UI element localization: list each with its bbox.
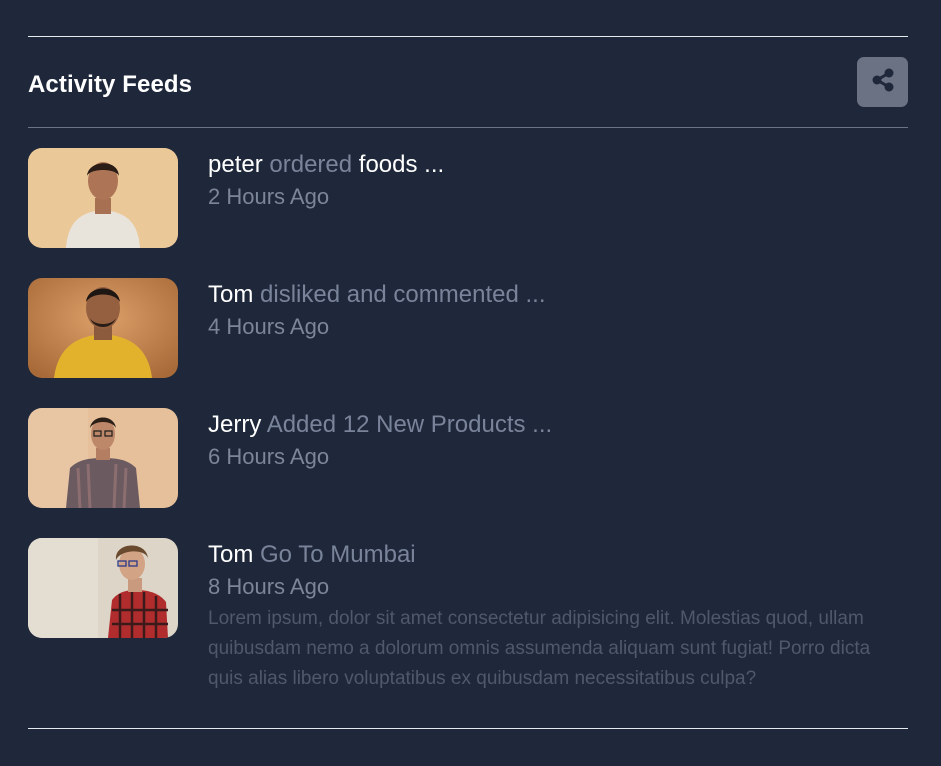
- feed-action: Added 12 New Products ...: [266, 411, 553, 438]
- feed-object: foods ...: [358, 151, 445, 178]
- share-button[interactable]: [857, 57, 908, 107]
- avatar: [28, 538, 178, 638]
- bottom-divider: [28, 728, 908, 729]
- avatar: [28, 148, 178, 248]
- share-icon: [870, 67, 896, 98]
- activity-feed-panel: Activity Feeds peter ordered foods ... 2…: [28, 0, 908, 766]
- feed-time: 6 Hours Ago: [208, 444, 330, 469]
- avatar: [28, 278, 178, 378]
- header-divider: [28, 127, 908, 128]
- feed-user-name: Tom: [208, 281, 254, 308]
- feed-time: 2 Hours Ago: [208, 184, 330, 209]
- avatar: [28, 408, 178, 508]
- feed-action: disliked and commented ...: [260, 281, 546, 308]
- feed-user-name: peter: [208, 151, 263, 178]
- feed-time: 8 Hours Ago: [208, 574, 330, 599]
- panel-title: Activity Feeds: [28, 71, 193, 98]
- feed-action: Go To Mumbai: [260, 541, 416, 568]
- feed-user-name: Tom: [208, 541, 254, 568]
- top-divider: [28, 36, 908, 37]
- feed-user-name: Jerry: [208, 411, 262, 438]
- feed-time: 4 Hours Ago: [208, 314, 330, 339]
- feed-action: ordered: [269, 151, 353, 178]
- feed-description: Lorem ipsum, dolor sit amet consectetur …: [208, 608, 871, 689]
